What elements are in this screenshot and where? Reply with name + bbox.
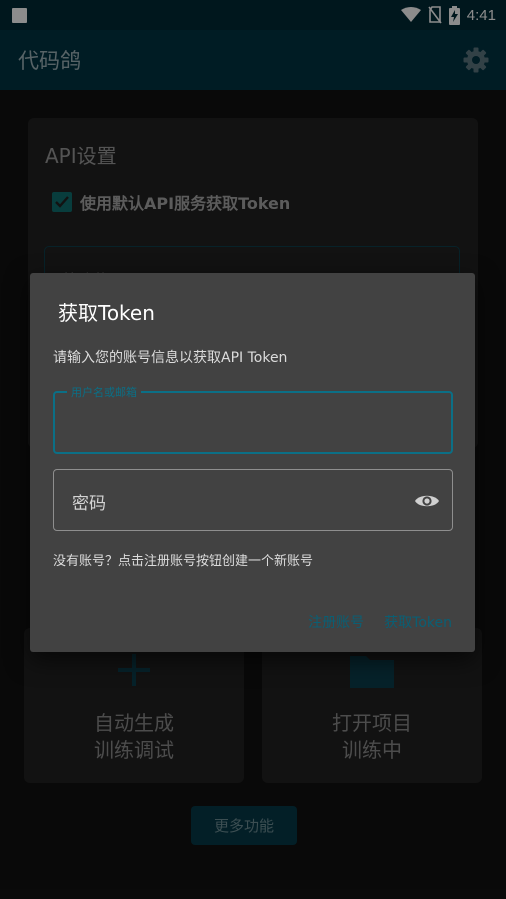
password-field[interactable]: 密码 [53, 469, 453, 531]
password-field-label: 密码 [72, 494, 106, 514]
dialog-hint: 没有账号？点击注册账号按钮创建一个新账号 [53, 554, 314, 569]
dialog-message: 请输入您的账号信息以获取API Token [53, 350, 288, 366]
get-token-dialog: 获取Token 请输入您的账号信息以获取API Token 用户名或邮箱 密码 … [30, 273, 475, 652]
toggle-password-visibility-button[interactable] [414, 488, 440, 514]
email-field[interactable]: 用户名或邮箱 [53, 384, 453, 454]
dialog-title: 获取Token [58, 301, 155, 325]
eye-icon [415, 495, 439, 507]
dialog-actions: 注册账号 获取Token [308, 612, 452, 632]
email-field-label: 用户名或邮箱 [67, 384, 141, 400]
get-token-button[interactable]: 获取Token [384, 612, 452, 632]
register-button[interactable]: 注册账号 [308, 612, 364, 632]
